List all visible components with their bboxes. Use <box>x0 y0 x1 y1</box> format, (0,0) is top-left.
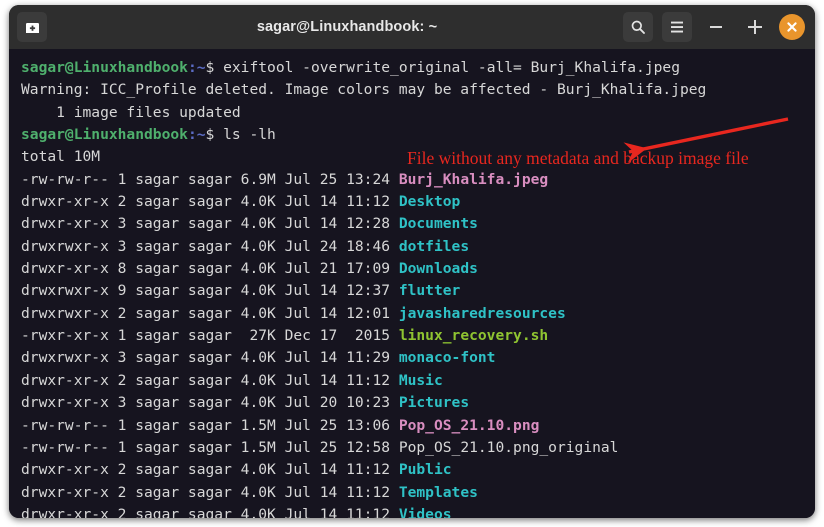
window-titlebar: sagar@Linuxhandbook: ~ <box>9 5 815 49</box>
terminal-window: sagar@Linuxhandbook: ~ <box>9 5 815 518</box>
minimize-icon <box>710 26 722 28</box>
close-button[interactable] <box>779 14 805 40</box>
window-title: sagar@Linuxhandbook: ~ <box>47 19 623 35</box>
search-icon <box>630 19 646 35</box>
new-tab-icon <box>24 19 41 36</box>
close-icon <box>786 21 798 33</box>
terminal-output: sagar@Linuxhandbook:~$ exiftool -overwri… <box>21 57 815 518</box>
maximize-button[interactable] <box>740 12 770 42</box>
new-tab-button[interactable] <box>17 12 47 42</box>
window-controls <box>623 12 807 42</box>
menu-button[interactable] <box>662 12 692 42</box>
search-button[interactable] <box>623 12 653 42</box>
hamburger-menu-icon <box>669 20 685 34</box>
minimize-button[interactable] <box>701 12 731 42</box>
terminal-body[interactable]: sagar@Linuxhandbook:~$ exiftool -overwri… <box>9 49 815 518</box>
maximize-icon <box>748 20 762 34</box>
